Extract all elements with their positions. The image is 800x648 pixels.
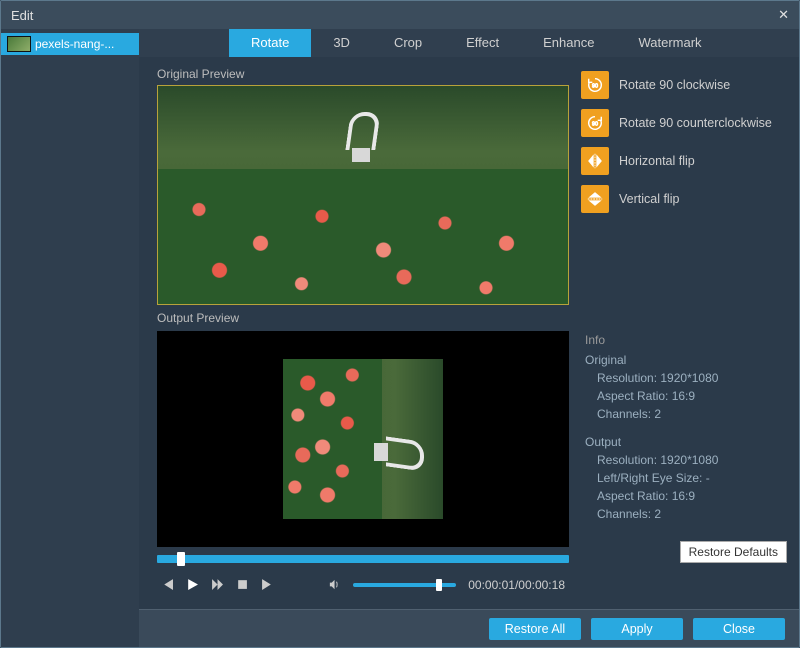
- rotate-ccw-icon: 90: [581, 109, 609, 137]
- playback-time: 00:00:01/00:00:18: [468, 578, 565, 592]
- tab-rotate[interactable]: Rotate: [229, 29, 311, 57]
- right-column: 90 Rotate 90 clockwise 90 Rotate 90 coun…: [575, 65, 787, 609]
- info-output-channels: Channels: 2: [597, 507, 787, 521]
- original-preview-label: Original Preview: [157, 67, 569, 81]
- edit-window: Edit ✕ pexels-nang-... Rotate 3D Crop Ef…: [0, 0, 800, 648]
- info-header: Info: [585, 333, 787, 347]
- flip-h-option[interactable]: Horizontal flip: [581, 147, 787, 175]
- info-output-title: Output: [585, 435, 787, 449]
- info-output-eyesize: Left/Right Eye Size: -: [597, 471, 787, 485]
- window-title: Edit: [11, 8, 33, 23]
- prev-frame-icon[interactable]: [161, 578, 174, 592]
- flip-h-icon: [581, 147, 609, 175]
- info-output-group: Output Resolution: 1920*1080 Left/Right …: [581, 435, 787, 521]
- tab-watermark[interactable]: Watermark: [616, 29, 723, 57]
- seek-bar[interactable]: [157, 555, 569, 563]
- output-preview-image: [283, 359, 443, 519]
- edit-area: Original Preview Output Preview: [139, 57, 799, 609]
- flip-v-icon: [581, 185, 609, 213]
- info-original-channels: Channels: 2: [597, 407, 787, 421]
- body: pexels-nang-... Rotate 3D Crop Effect En…: [1, 29, 799, 647]
- flip-h-label: Horizontal flip: [619, 154, 695, 168]
- volume-slider[interactable]: [353, 583, 456, 587]
- original-preview-image: [158, 86, 568, 304]
- tab-enhance[interactable]: Enhance: [521, 29, 616, 57]
- info-output-resolution: Resolution: 1920*1080: [597, 453, 787, 467]
- original-preview[interactable]: [157, 85, 569, 305]
- next-frame-icon[interactable]: [261, 578, 274, 592]
- rotate-cw-label: Rotate 90 clockwise: [619, 78, 730, 92]
- flip-v-option[interactable]: Vertical flip: [581, 185, 787, 213]
- volume-icon[interactable]: [328, 578, 341, 592]
- stop-icon[interactable]: [236, 578, 249, 592]
- tab-3d[interactable]: 3D: [311, 29, 372, 57]
- rotate-cw-option[interactable]: 90 Rotate 90 clockwise: [581, 71, 787, 99]
- restore-defaults-button[interactable]: Restore Defaults: [680, 541, 787, 563]
- footer: Restore All Apply Close: [139, 609, 799, 647]
- svg-text:90: 90: [592, 122, 598, 128]
- info-panel: Info Original Resolution: 1920*1080 Aspe…: [581, 333, 787, 535]
- output-preview-label: Output Preview: [157, 311, 569, 325]
- seek-knob[interactable]: [177, 552, 185, 566]
- tab-effect[interactable]: Effect: [444, 29, 521, 57]
- rotate-ccw-option[interactable]: 90 Rotate 90 counterclockwise: [581, 109, 787, 137]
- tab-crop[interactable]: Crop: [372, 29, 444, 57]
- close-button[interactable]: Close: [693, 618, 785, 640]
- restore-all-button[interactable]: Restore All: [489, 618, 581, 640]
- sidebar: pexels-nang-...: [1, 29, 139, 647]
- info-output-aspect: Aspect Ratio: 16:9: [597, 489, 787, 503]
- rotate-cw-icon: 90: [581, 71, 609, 99]
- clip-thumbnail: [7, 36, 31, 52]
- flip-v-label: Vertical flip: [619, 192, 679, 206]
- tab-bar: Rotate 3D Crop Effect Enhance Watermark: [139, 29, 799, 57]
- info-original-resolution: Resolution: 1920*1080: [597, 371, 787, 385]
- preview-column: Original Preview Output Preview: [157, 65, 569, 609]
- sidebar-clip-item[interactable]: pexels-nang-...: [1, 33, 139, 55]
- svg-text:90: 90: [592, 84, 598, 90]
- play-icon[interactable]: [186, 578, 199, 592]
- playback-controls: 00:00:01/00:00:18: [157, 569, 569, 601]
- clip-name: pexels-nang-...: [35, 37, 114, 51]
- close-icon[interactable]: ✕: [778, 7, 789, 23]
- fast-forward-icon[interactable]: [211, 578, 224, 592]
- main: Rotate 3D Crop Effect Enhance Watermark …: [139, 29, 799, 647]
- info-original-group: Original Resolution: 1920*1080 Aspect Ra…: [581, 353, 787, 421]
- info-original-title: Original: [585, 353, 787, 367]
- titlebar: Edit ✕: [1, 1, 799, 29]
- apply-button[interactable]: Apply: [591, 618, 683, 640]
- output-preview[interactable]: [157, 331, 569, 547]
- rotate-ccw-label: Rotate 90 counterclockwise: [619, 116, 772, 130]
- info-original-aspect: Aspect Ratio: 16:9: [597, 389, 787, 403]
